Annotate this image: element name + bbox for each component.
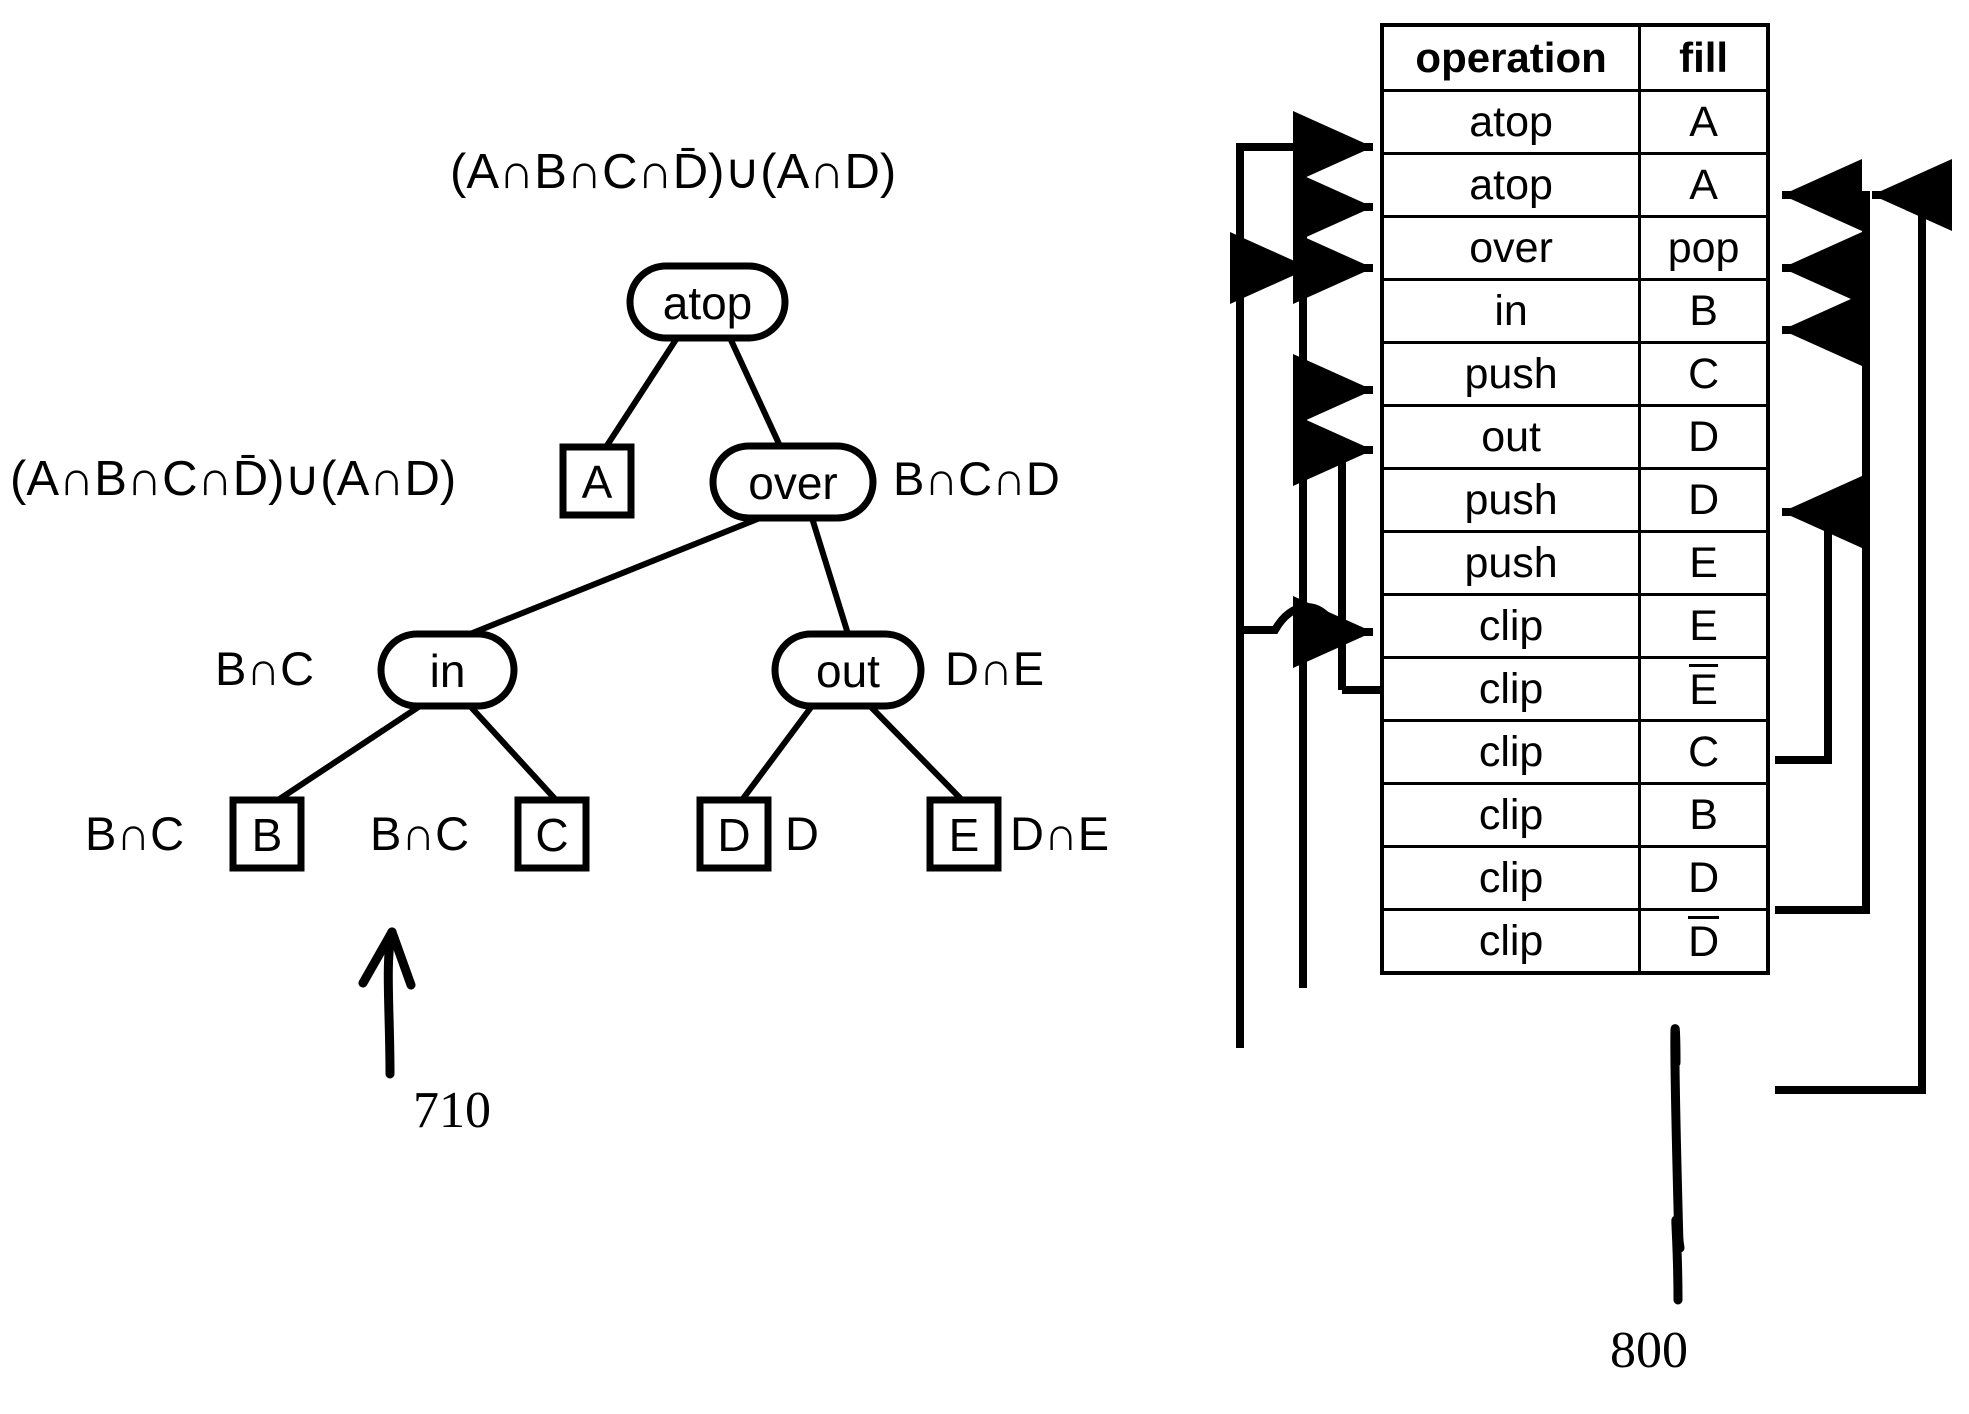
cell-fill: C — [1638, 341, 1770, 407]
a-leaf-formula: (A∩B∩C∩D̄)∪(A∩D) — [10, 452, 457, 506]
node-label-in[interactable]: in — [381, 648, 514, 694]
edge-in-B — [275, 703, 423, 803]
figure-canvas: (A∩B∩C∩D̄)∪(A∩D) (A∩B∩C∩D̄)∪(A∩D) atop o… — [0, 0, 1969, 1414]
cell-operation: clip — [1380, 782, 1642, 848]
cell-fill: D — [1638, 908, 1770, 975]
table-body: atop Aatop Aover pop in Bpush Cout Dpush Dpush Ec… — [1380, 89, 1770, 975]
table-row[interactable]: push D — [1380, 467, 1770, 533]
table-row[interactable]: push C — [1380, 341, 1770, 407]
cell-operation: push — [1380, 530, 1642, 596]
root-formula: (A∩B∩C∩D̄)∪(A∩D) — [450, 145, 897, 199]
leaf-label-E[interactable]: E — [930, 812, 998, 858]
cell-operation: push — [1380, 341, 1642, 407]
reference-number-800: 800 — [1610, 1322, 1688, 1379]
flow-left-rail-3 — [1293, 414, 1373, 690]
flow-right-rail-c — [1775, 476, 1862, 764]
column-header-fill: fill — [1638, 23, 1770, 92]
flow-right-rail-a — [1775, 159, 1870, 914]
cell-fill: C — [1638, 719, 1770, 785]
cell-operation: atop — [1380, 152, 1642, 218]
cell-operation: out — [1380, 404, 1642, 470]
annotation-b-left: B∩C — [85, 807, 185, 860]
table-row[interactable]: atop A — [1380, 152, 1770, 218]
table-row[interactable]: clip C — [1380, 719, 1770, 785]
table-row[interactable]: clip B — [1380, 782, 1770, 848]
leaf-label-A[interactable]: A — [563, 459, 631, 505]
cell-fill: E — [1638, 530, 1770, 596]
cell-operation: over — [1380, 215, 1642, 281]
node-label-atop[interactable]: atop — [630, 280, 785, 326]
flow-left-hop — [1240, 603, 1353, 639]
reference-number-710: 710 — [413, 1082, 491, 1139]
leaf-label-B[interactable]: B — [233, 812, 301, 858]
cell-operation: clip — [1380, 719, 1642, 785]
overline-text: E — [1689, 663, 1718, 714]
overline-text: D — [1688, 915, 1720, 966]
cell-fill: D — [1638, 404, 1770, 470]
table-row[interactable]: clip E — [1380, 593, 1770, 659]
table-header-row: operation fill — [1380, 23, 1770, 92]
table-row[interactable]: over pop — [1380, 215, 1770, 281]
node-label-over[interactable]: over — [713, 460, 873, 506]
edge-over-in — [467, 515, 763, 637]
cell-fill: B — [1638, 782, 1770, 848]
cell-fill: B — [1638, 278, 1770, 344]
edge-out-D — [739, 703, 815, 803]
cell-operation: clip — [1380, 656, 1642, 722]
annotation-e-right: D∩E — [1010, 807, 1110, 860]
table-row[interactable]: clip D — [1380, 845, 1770, 911]
cell-fill: E — [1638, 656, 1770, 722]
table-row[interactable]: out D — [1380, 404, 1770, 470]
node-label-out[interactable]: out — [775, 648, 921, 694]
annotation-over-right: B∩C∩D — [893, 452, 1060, 505]
table-row[interactable]: push E — [1380, 530, 1770, 596]
edge-in-C — [467, 703, 559, 803]
leaf-label-D[interactable]: D — [700, 812, 768, 858]
edge-atop-over — [727, 335, 783, 449]
annotation-in-left: B∩C — [215, 642, 315, 695]
tree-edges — [275, 335, 965, 803]
cell-operation: in — [1380, 278, 1642, 344]
callout-arrow-800 — [1670, 1024, 1684, 1250]
cell-operation: clip — [1380, 845, 1642, 911]
callout-arrow-710 — [358, 927, 416, 1079]
column-header-operation: operation — [1380, 23, 1642, 92]
cell-operation: clip — [1380, 908, 1642, 975]
edge-out-E — [867, 703, 965, 803]
cell-fill: A — [1638, 152, 1770, 218]
cell-fill: E — [1638, 593, 1770, 659]
callout-arrow-800-shaft — [1671, 1215, 1685, 1305]
annotation-out-right: D∩E — [945, 642, 1045, 695]
table-row[interactable]: atop A — [1380, 89, 1770, 155]
table-row[interactable]: clip D — [1380, 908, 1770, 975]
cell-fill: D — [1638, 845, 1770, 911]
table-row[interactable]: in B — [1380, 278, 1770, 344]
edge-over-out — [809, 515, 851, 637]
operation-fill-table: operation fill atop Aatop Aover pop in Bpush C… — [1380, 23, 1770, 975]
cell-fill: A — [1638, 89, 1770, 155]
leaf-label-C[interactable]: C — [518, 812, 586, 858]
annotation-c-left: B∩C — [370, 807, 470, 860]
cell-operation: atop — [1380, 89, 1642, 155]
table-flow-arrows-right — [1775, 159, 1952, 1094]
cell-operation: clip — [1380, 593, 1642, 659]
table-row[interactable]: clip E — [1380, 656, 1770, 722]
cell-fill: pop — [1638, 215, 1770, 281]
cell-fill: D — [1638, 467, 1770, 533]
annotation-d-right: D — [785, 807, 819, 860]
edge-atop-A — [603, 335, 680, 450]
table-flow-arrows-left — [1230, 111, 1395, 1048]
cell-operation: push — [1380, 467, 1642, 533]
